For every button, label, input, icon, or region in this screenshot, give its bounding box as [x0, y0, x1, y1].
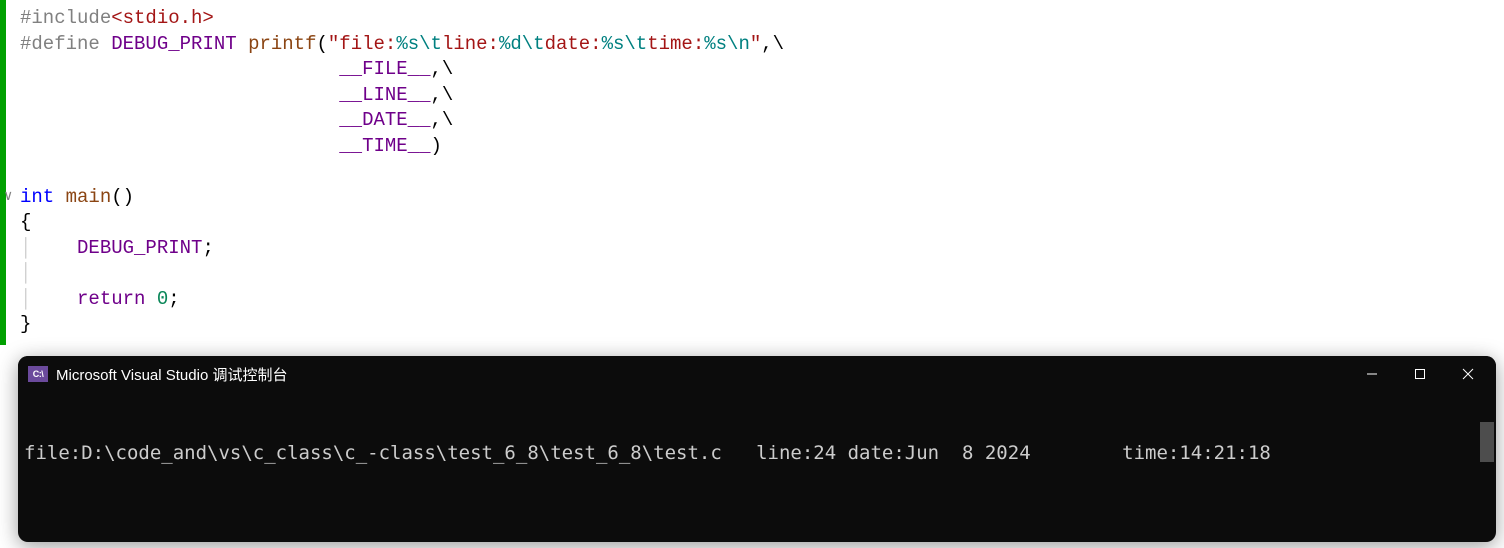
- indent-guide: │: [20, 237, 31, 259]
- space: [145, 288, 156, 310]
- code-line-blank[interactable]: [6, 159, 1504, 185]
- indent: [20, 135, 339, 157]
- line-continuation: ,\: [430, 109, 453, 131]
- code-line[interactable]: __TIME__): [6, 134, 1504, 160]
- escape-seq: \n: [727, 33, 750, 55]
- type-keyword: int: [20, 186, 54, 208]
- maximize-button[interactable]: [1396, 356, 1444, 392]
- string-quote: ": [750, 33, 761, 55]
- brace-open: {: [20, 211, 31, 233]
- string-text: date:: [545, 33, 602, 55]
- close-button[interactable]: [1444, 356, 1492, 392]
- function-name: main: [54, 186, 111, 208]
- console-line: file:D:\code_and\vs\c_class\c_-class\tes…: [24, 442, 1490, 465]
- predefined-macro: __LINE__: [339, 84, 430, 106]
- format-spec: %s: [704, 33, 727, 55]
- indent-guide: │: [20, 262, 31, 284]
- indent: [31, 237, 77, 259]
- preprocessor-keyword: #define: [20, 33, 100, 55]
- predefined-macro: __FILE__: [339, 58, 430, 80]
- format-spec: %d: [499, 33, 522, 55]
- escape-seq: \t: [522, 33, 545, 55]
- console-scrollbar-thumb[interactable]: [1480, 422, 1494, 462]
- indent: [20, 84, 339, 106]
- indent-guide: │: [20, 288, 31, 310]
- escape-seq: \t: [624, 33, 647, 55]
- window-controls: [1348, 356, 1492, 392]
- debug-console-window: C:\ Microsoft Visual Studio 调试控制台 file:D…: [18, 356, 1496, 542]
- predefined-macro: __DATE__: [339, 109, 430, 131]
- maximize-icon: [1414, 368, 1426, 380]
- code-line[interactable]: #define DEBUG_PRINT printf("file:%s\tlin…: [6, 32, 1504, 58]
- escape-seq: \t: [419, 33, 442, 55]
- indent: [20, 58, 339, 80]
- format-spec: %s: [602, 33, 625, 55]
- line-continuation: ,\: [761, 33, 784, 55]
- macro-call: DEBUG_PRINT: [77, 237, 202, 259]
- paren: ): [430, 135, 441, 157]
- include-target: <stdio.h>: [111, 7, 214, 29]
- code-line[interactable]: {: [6, 210, 1504, 236]
- close-icon: [1462, 368, 1474, 380]
- format-spec: %s: [396, 33, 419, 55]
- minimize-icon: [1366, 368, 1378, 380]
- string-text: line:: [442, 33, 499, 55]
- code-line[interactable]: ∨ int main(): [6, 185, 1504, 211]
- line-continuation: ,\: [430, 58, 453, 80]
- console-output[interactable]: file:D:\code_and\vs\c_class\c_-class\tes…: [18, 392, 1496, 542]
- code-line[interactable]: __DATE__,\: [6, 108, 1504, 134]
- code-line[interactable]: __LINE__,\: [6, 83, 1504, 109]
- keyword-return: return: [77, 288, 145, 310]
- predefined-macro: __TIME__: [339, 135, 430, 157]
- string-text: file:: [339, 33, 396, 55]
- code-editor[interactable]: #include<stdio.h> #define DEBUG_PRINT pr…: [0, 0, 1504, 345]
- indent: [20, 109, 339, 131]
- string-text: time:: [647, 33, 704, 55]
- code-line[interactable]: }: [6, 312, 1504, 338]
- code-line-blank[interactable]: │: [6, 261, 1504, 287]
- brace-close: }: [20, 313, 31, 335]
- parens: (): [111, 186, 134, 208]
- console-titlebar[interactable]: C:\ Microsoft Visual Studio 调试控制台: [18, 356, 1496, 392]
- code-line[interactable]: │ return 0;: [6, 287, 1504, 313]
- console-title: Microsoft Visual Studio 调试控制台: [56, 364, 287, 385]
- fold-collapse-icon[interactable]: ∨: [4, 185, 12, 211]
- line-continuation: ,\: [430, 84, 453, 106]
- string-quote: ": [328, 33, 339, 55]
- semicolon: ;: [168, 288, 179, 310]
- indent: [31, 288, 77, 310]
- code-line[interactable]: │ DEBUG_PRINT;: [6, 236, 1504, 262]
- number-literal: 0: [157, 288, 168, 310]
- console-app-icon: C:\: [28, 366, 48, 382]
- semicolon: ;: [202, 237, 213, 259]
- macro-name: DEBUG_PRINT: [100, 33, 248, 55]
- preprocessor-keyword: #include: [20, 7, 111, 29]
- code-line[interactable]: __FILE__,\: [6, 57, 1504, 83]
- paren: (: [316, 33, 327, 55]
- function-name: printf: [248, 33, 316, 55]
- code-line[interactable]: #include<stdio.h>: [6, 6, 1504, 32]
- minimize-button[interactable]: [1348, 356, 1396, 392]
